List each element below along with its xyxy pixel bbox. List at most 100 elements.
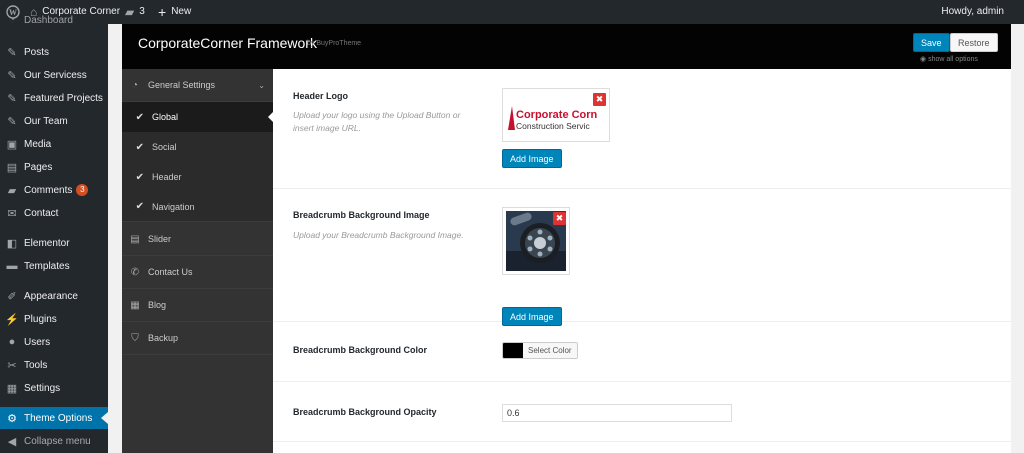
- subnav-label: Blog: [148, 300, 167, 310]
- field-label: Breadcrumb Background Opacity: [293, 407, 437, 417]
- menu-label: Templates: [24, 260, 70, 272]
- menu-label: Featured Projects: [24, 92, 103, 104]
- menu-appearance[interactable]: ✐ Appearance: [0, 285, 108, 307]
- admin-bar: W ⌂ Corporate Corner ▰ 3 + New Howdy, ad…: [0, 0, 1024, 24]
- menu-media[interactable]: ▣ Media: [0, 133, 108, 155]
- shield-icon: ⛉: [131, 332, 139, 344]
- menu-comments[interactable]: ▰ Comments 3: [0, 179, 108, 201]
- subnav-label: Navigation: [152, 201, 195, 212]
- subnav-global[interactable]: ✔ Global: [122, 102, 273, 132]
- subnav-blog[interactable]: ▦ Blog: [122, 289, 273, 322]
- field-breadcrumb-color: Breadcrumb Background Color Select Color: [273, 322, 1011, 382]
- howdy-text: Howdy, admin: [941, 6, 1004, 17]
- subnav-label: Global: [152, 112, 179, 122]
- check-icon: ✔: [135, 201, 144, 212]
- menu-pages[interactable]: ▤ Pages: [0, 156, 108, 178]
- subnav-social[interactable]: ✔ Social: [122, 132, 273, 162]
- comments-badge: 3: [76, 184, 89, 196]
- paintbrush-icon: ✐: [7, 290, 17, 303]
- folder-icon: ▬: [6, 260, 18, 272]
- menu-label: Settings: [24, 382, 61, 394]
- check-icon: ✔: [135, 171, 144, 183]
- menu-label: Pages: [24, 161, 53, 173]
- panel-title: CorporateCorner Framework: [138, 35, 317, 51]
- check-icon: ✔: [135, 141, 144, 153]
- pages-icon: ▤: [6, 161, 18, 174]
- menu-templates[interactable]: ▬ Templates: [0, 255, 108, 277]
- menu-users[interactable]: ● Users: [0, 331, 108, 353]
- subnav-slider[interactable]: ▤ Slider: [122, 223, 273, 256]
- comments-count: 3: [139, 6, 145, 17]
- panel-header: CorporateCorner Framework by BuyProTheme…: [122, 24, 1011, 69]
- eye-icon: ◉: [920, 56, 929, 63]
- menu-label: Media: [24, 138, 52, 150]
- pin-icon: ✎: [7, 69, 17, 82]
- field-label: Header Logo: [293, 91, 349, 101]
- menu-settings[interactable]: ▦ Settings: [0, 377, 108, 399]
- media-icon: ▣: [6, 138, 18, 151]
- restore-button[interactable]: Restore: [950, 33, 998, 52]
- color-picker[interactable]: Select Color: [502, 342, 578, 359]
- field-breadcrumb-image: Breadcrumb Background Image Upload your …: [273, 189, 1011, 326]
- menu-label: Plugins: [24, 313, 57, 325]
- menu-our-team[interactable]: ✎ Our Team: [0, 110, 108, 132]
- add-logo-image-button[interactable]: Add Image: [502, 149, 562, 168]
- save-button[interactable]: Save: [913, 33, 950, 52]
- chevron-down-icon: ⌄: [258, 80, 265, 90]
- comment-bubble-icon: ▰: [125, 5, 135, 19]
- subnav-label: Slider: [148, 234, 172, 244]
- my-account-link[interactable]: Howdy, admin: [941, 0, 1004, 24]
- subnav-label: General Settings: [148, 80, 216, 90]
- settings-icon: ▦: [6, 382, 18, 395]
- dashboard-icon: ◔: [131, 79, 139, 91]
- menu-label: Tools: [24, 359, 48, 371]
- menu-plugins[interactable]: ⚡ Plugins: [0, 308, 108, 330]
- menu-label: Theme Options: [24, 412, 93, 424]
- field-description: Upload your Breadcrumb Background Image.: [293, 230, 464, 240]
- opacity-input[interactable]: [502, 404, 732, 422]
- pin-icon: ✎: [7, 46, 17, 59]
- subnav-navigation[interactable]: ✔ Navigation: [122, 192, 273, 222]
- subnav-label: Social: [152, 142, 177, 152]
- collapse-menu-button[interactable]: ◀ Collapse menu: [0, 430, 108, 452]
- gear-icon: ⚙: [7, 412, 17, 425]
- menu-our-services[interactable]: ✎ Our Servicess: [0, 64, 108, 86]
- field-description: Upload your logo using the Upload Button…: [293, 110, 461, 133]
- admin-sidebar: ◔ Dashboard ✎ Posts ✎ Our Servicess ✎ Featur…: [0, 14, 108, 453]
- menu-label: Contact: [24, 207, 59, 219]
- select-color-label: Select Color: [523, 343, 577, 358]
- slider-icon: ▤: [130, 233, 140, 245]
- menu-elementor[interactable]: ◧ Elementor: [0, 232, 108, 254]
- remove-image-button[interactable]: ✖: [593, 93, 606, 106]
- new-content-link[interactable]: + New: [158, 0, 191, 24]
- field-label: Breadcrumb Background Image: [293, 210, 430, 220]
- options-sidebar: ◔ General Settings ⌄ ✔ Global ✔ Social ✔ Head…: [122, 69, 273, 453]
- envelope-icon: ✉: [7, 207, 17, 220]
- subnav-general-settings[interactable]: ◔ General Settings ⌄: [122, 69, 273, 102]
- menu-label: Dashboard: [24, 14, 73, 26]
- menu-label: Collapse menu: [24, 435, 91, 447]
- field-label: Breadcrumb Background Color: [293, 345, 428, 355]
- check-icon: ✔: [135, 111, 144, 123]
- show-all-options-link[interactable]: ◉ show all options: [920, 55, 978, 63]
- phone-icon: ✆: [130, 266, 140, 278]
- subnav-label: Header: [152, 172, 182, 182]
- menu-label: Our Team: [24, 115, 68, 127]
- menu-posts[interactable]: ✎ Posts: [0, 41, 108, 63]
- subnav-contact-us[interactable]: ✆ Contact Us: [122, 256, 273, 289]
- subnav-backup[interactable]: ⛉ Backup: [122, 322, 273, 355]
- menu-tools[interactable]: ✂ Tools: [0, 354, 108, 376]
- menu-label: Comments: [24, 184, 73, 196]
- svg-text:Construction Servic: Construction Servic: [516, 121, 590, 131]
- menu-contact[interactable]: ✉ Contact: [0, 202, 108, 224]
- comments-link[interactable]: ▰ 3: [125, 0, 145, 24]
- menu-dashboard[interactable]: ◔ Dashboard: [0, 9, 108, 31]
- subnav-header[interactable]: ✔ Header: [122, 162, 273, 192]
- menu-label: Posts: [24, 46, 50, 58]
- remove-image-button[interactable]: ✖: [553, 212, 566, 225]
- pin-icon: ✎: [7, 92, 17, 105]
- menu-featured-projects[interactable]: ✎ Featured Projects: [0, 87, 108, 109]
- logo-preview: Corporate Corn Construction Servic ✖: [502, 88, 610, 142]
- menu-theme-options[interactable]: ⚙ Theme Options: [0, 407, 108, 429]
- new-label: New: [171, 6, 192, 17]
